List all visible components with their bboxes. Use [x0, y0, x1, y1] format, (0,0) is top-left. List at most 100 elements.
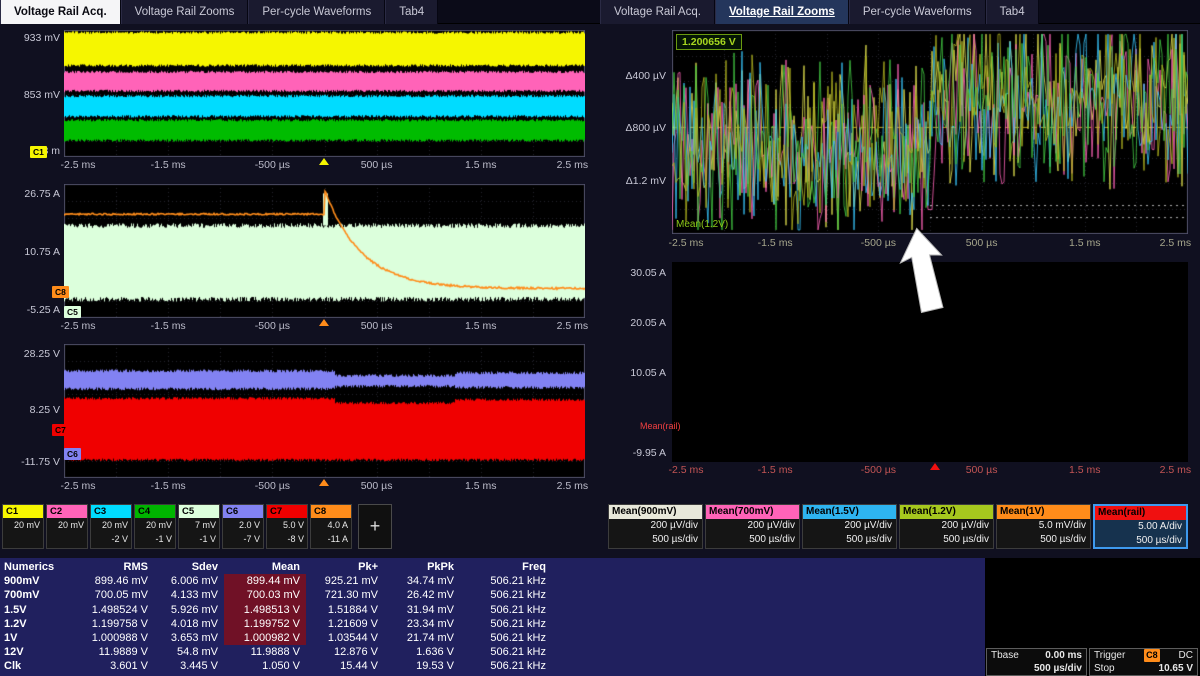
trigger-marker-zoom[interactable] — [930, 463, 940, 470]
channel-descriptor-row: C120 mVC220 mVC320 mV-2 VC420 mV-1 VC57 … — [2, 504, 392, 549]
tab-right-voltage-rail-acq[interactable]: Voltage Rail Acq. — [600, 0, 715, 24]
trace-label-mean-rail: Mean(rail) — [640, 421, 684, 431]
channel-descriptor-c2[interactable]: C220 mV — [46, 504, 88, 549]
channel-descriptor-header: C6 — [223, 505, 263, 518]
add-trace-button[interactable]: + — [358, 504, 392, 549]
x-tick-label: 1.5 ms — [465, 480, 497, 492]
channel-offset: -2 V — [91, 532, 131, 546]
x-tick-label: -500 µs — [255, 320, 290, 332]
channel-descriptor-c7[interactable]: C75.0 V-8 V — [266, 504, 308, 549]
right-tab-group: Voltage Rail Acq. Voltage Rail Zooms Per… — [600, 0, 1039, 24]
tab-right-voltage-rail-zooms[interactable]: Voltage Rail Zooms — [715, 0, 849, 24]
x-tick-label: -2.5 ms — [668, 237, 703, 249]
trigger-marker-12v-rail[interactable] — [319, 479, 329, 486]
channel-descriptor-c3[interactable]: C320 mV-2 V — [90, 504, 132, 549]
measure-value: 4.133 mV — [154, 588, 224, 602]
channel-badge-c7[interactable]: C7 — [52, 424, 69, 436]
math-horizontal-scale: 500 µs/div — [706, 533, 799, 547]
cursor-readout-value: 1.200656 V — [676, 34, 742, 50]
x-tick-label: -500 µs — [255, 159, 290, 171]
channel-offset: -7 V — [223, 532, 263, 546]
x-tick-label: -2.5 ms — [60, 320, 95, 332]
trigger-level: 10.65 V — [1159, 662, 1193, 675]
y-tick-label: 10.75 A — [2, 246, 60, 258]
math-vertical-scale: 200 µV/div — [900, 519, 993, 533]
numerics-title: Numerics — [0, 560, 66, 574]
math-vertical-scale: 200 µV/div — [609, 519, 702, 533]
math-descriptor-mean-900mv-[interactable]: Mean(900mV)200 µV/div500 µs/div — [608, 504, 703, 549]
measure-value: 1.050 V — [224, 659, 306, 673]
waveform-canvas — [64, 30, 585, 157]
numerics-column-pkpk: PkPk — [384, 560, 460, 574]
channel-descriptor-c1[interactable]: C120 mV — [2, 504, 44, 549]
math-descriptor-mean-rail-[interactable]: Mean(rail)5.00 A/div500 µs/div — [1093, 504, 1188, 549]
measure-value: 506.21 kHz — [460, 588, 552, 602]
measure-value: 700.03 mV — [224, 588, 306, 602]
numerics-column-sdev: Sdev — [154, 560, 224, 574]
channel-offset: -8 V — [267, 532, 307, 546]
math-descriptor-header: Mean(1.5V) — [803, 505, 896, 519]
tab-left-voltage-rail-zooms[interactable]: Voltage Rail Zooms — [121, 0, 249, 24]
numerics-row-1v: 1V1.000988 V3.653 mV1.000982 V1.03544 V2… — [0, 631, 985, 645]
channel-scale: 7 mV — [179, 518, 219, 532]
channel-badge-c1[interactable]: C1 — [30, 146, 47, 158]
x-tick-label: 1.5 ms — [1069, 237, 1101, 249]
y-tick-label: 8.25 V — [2, 404, 60, 416]
x-tick-label: -2.5 ms — [60, 480, 95, 492]
x-tick-label: -1.5 ms — [758, 237, 793, 249]
tab-left-voltage-rail-acq[interactable]: Voltage Rail Acq. — [0, 0, 121, 24]
x-tick-label: 2.5 ms — [557, 480, 589, 492]
channel-badge-c5[interactable]: C5 — [64, 306, 81, 318]
math-descriptor-mean-1v-[interactable]: Mean(1V)5.0 mV/div500 µs/div — [996, 504, 1091, 549]
x-tick-label: 1.5 ms — [465, 159, 497, 171]
measure-value: 31.94 mV — [384, 603, 460, 617]
trigger-source-badge: C8 — [1144, 649, 1160, 662]
measure-source-label: Clk — [0, 659, 66, 673]
trigger-marker-load-current[interactable] — [319, 319, 329, 326]
channel-descriptor-c8[interactable]: C84.0 A-11 A — [310, 504, 352, 549]
math-descriptor-mean-1-5v-[interactable]: Mean(1.5V)200 µV/div500 µs/div — [802, 504, 897, 549]
channel-badge-c8[interactable]: C8 — [52, 286, 69, 298]
tab-left-tab4[interactable]: Tab4 — [385, 0, 438, 24]
measure-source-label: 1V — [0, 631, 66, 645]
waveform-grid-load-current[interactable] — [64, 184, 585, 318]
math-descriptor-mean-700mv-[interactable]: Mean(700mV)200 µV/div500 µs/div — [705, 504, 800, 549]
numerics-row-1.5v: 1.5V1.498524 V5.926 mV1.498513 V1.51884 … — [0, 603, 985, 617]
channel-descriptor-header: C3 — [91, 505, 131, 518]
trigger-panel[interactable]: Trigger C8 DC Stop 10.65 V — [1089, 648, 1198, 676]
measure-value: 700.05 mV — [66, 588, 154, 602]
numerics-column-freq: Freq — [460, 560, 552, 574]
tab-right-per-cycle-waveforms[interactable]: Per-cycle Waveforms — [849, 0, 986, 24]
y-tick-label: Δ1.2 mV — [610, 175, 666, 187]
waveform-grid-rail-voltages[interactable] — [64, 30, 585, 157]
measure-value: 721.30 mV — [306, 588, 384, 602]
channel-descriptor-c6[interactable]: C62.0 V-7 V — [222, 504, 264, 549]
trigger-marker-acq-rails[interactable] — [319, 158, 329, 165]
x-tick-label: 2.5 ms — [557, 320, 589, 332]
math-descriptor-header: Mean(1.2V) — [900, 505, 993, 519]
channel-scale: 5.0 V — [267, 518, 307, 532]
waveform-grid-zoom-rail-means[interactable] — [672, 30, 1188, 234]
measure-value: 3.601 V — [66, 659, 154, 673]
y-tick-label: -9.95 A — [610, 447, 666, 459]
math-vertical-scale: 200 µV/div — [803, 519, 896, 533]
timebase-panel[interactable]: Tbase 0.00 ms 500 µs/div — [986, 648, 1087, 676]
waveform-grid-12v-rail[interactable] — [64, 344, 585, 478]
tab-left-per-cycle-waveforms[interactable]: Per-cycle Waveforms — [248, 0, 385, 24]
channel-offset — [3, 532, 43, 546]
numerics-column-pk+: Pk+ — [306, 560, 384, 574]
channel-descriptor-c5[interactable]: C57 mV-1 V — [178, 504, 220, 549]
math-descriptor-mean-1-2v-[interactable]: Mean(1.2V)200 µV/div500 µs/div — [899, 504, 994, 549]
numerics-header-row: NumericsRMSSdevMeanPk+PkPkFreq — [0, 560, 985, 574]
channel-descriptor-c4[interactable]: C420 mV-1 V — [134, 504, 176, 549]
measure-value: 4.018 mV — [154, 617, 224, 631]
math-horizontal-scale: 500 µs/div — [609, 533, 702, 547]
measure-value: 1.000982 V — [224, 631, 306, 645]
channel-badge-c6[interactable]: C6 — [64, 448, 81, 460]
channel-descriptor-header: C8 — [311, 505, 351, 518]
tab-right-tab4[interactable]: Tab4 — [986, 0, 1039, 24]
x-tick-label: 500 µs — [361, 480, 393, 492]
math-descriptor-header: Mean(700mV) — [706, 505, 799, 519]
measure-source-label: 900mV — [0, 574, 66, 588]
measure-value: 506.21 kHz — [460, 645, 552, 659]
